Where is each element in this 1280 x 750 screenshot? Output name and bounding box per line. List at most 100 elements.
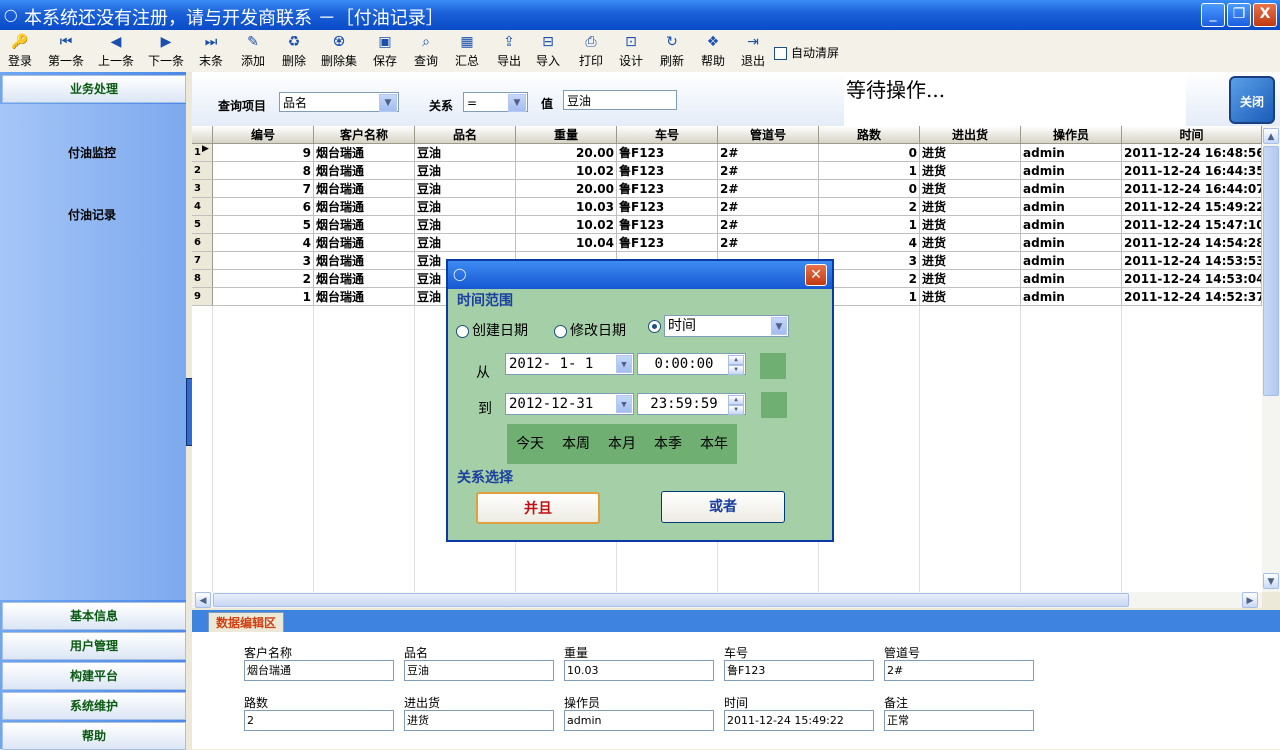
- chevron-down-icon[interactable]: ▼: [508, 94, 526, 112]
- horizontal-scrollbar[interactable]: ◀ ▶: [192, 592, 1262, 608]
- dialog-close-button[interactable]: ✕: [805, 264, 827, 286]
- scroll-left-icon[interactable]: ◀: [195, 592, 211, 608]
- edit-field-input[interactable]: 鲁F123: [724, 660, 874, 681]
- grid-cell-pipe[interactable]: 2#: [718, 162, 819, 180]
- grid-cell-lanes[interactable]: 0: [819, 144, 920, 162]
- grid-header-cell[interactable]: 路数: [819, 126, 920, 144]
- grid-cell-weight[interactable]: 20.00: [516, 180, 617, 198]
- grid-cell-time[interactable]: 2011-12-24 16:44:35: [1122, 162, 1262, 180]
- toolbar-button-1[interactable]: ⏮ 第一条: [45, 32, 87, 70]
- row-indicator[interactable]: 2: [192, 162, 213, 180]
- grid-cell-product[interactable]: 豆油: [415, 162, 516, 180]
- grid-cell-time[interactable]: 2011-12-24 15:47:10: [1122, 216, 1262, 234]
- toolbar-button-13[interactable]: ⎙ 打印: [576, 32, 606, 70]
- this-month-button[interactable]: 本月: [599, 424, 646, 464]
- edit-field-input[interactable]: 2011-12-24 15:49:22: [724, 710, 874, 731]
- grid-cell-id[interactable]: 2: [213, 270, 314, 288]
- grid-cell-id[interactable]: 7: [213, 180, 314, 198]
- scroll-down-icon[interactable]: ▼: [1263, 573, 1279, 589]
- grid-cell-weight[interactable]: 10.02: [516, 216, 617, 234]
- toolbar-button-17[interactable]: ⇥ 退出: [738, 32, 768, 70]
- grid-cell-io[interactable]: 进货: [920, 270, 1021, 288]
- edit-tab[interactable]: 数据编辑区: [208, 612, 284, 632]
- and-button[interactable]: 并且: [476, 492, 600, 524]
- grid-cell-weight[interactable]: 10.02: [516, 162, 617, 180]
- toolbar-button-9[interactable]: ⌕ 查询: [411, 32, 441, 70]
- this-week-button[interactable]: 本周: [553, 424, 600, 464]
- grid-cell-id[interactable]: 9: [213, 144, 314, 162]
- edit-field-input[interactable]: 进货: [404, 710, 554, 731]
- grid-cell-io[interactable]: 进货: [920, 198, 1021, 216]
- edit-field-input[interactable]: admin: [564, 710, 714, 731]
- scroll-up-icon[interactable]: ▲: [1263, 128, 1279, 144]
- from-color-box[interactable]: [760, 353, 786, 379]
- toolbar-button-14[interactable]: ⊡ 设计: [616, 32, 646, 70]
- from-date-picker[interactable]: 2012- 1- 1 ▼: [505, 353, 634, 375]
- grid-cell-pipe[interactable]: 2#: [718, 234, 819, 252]
- spin-buttons[interactable]: ▲ ▼: [728, 355, 744, 375]
- query-item-select[interactable]: 品名 ▼: [279, 92, 399, 112]
- to-time-spinner[interactable]: 23:59:59 ▲ ▼: [637, 393, 746, 415]
- grid-cell-customer[interactable]: 烟台瑞通: [314, 180, 415, 198]
- close-query-button[interactable]: 关闭: [1229, 76, 1275, 124]
- toolbar-button-6[interactable]: ♻ 删除: [279, 32, 309, 70]
- table-row[interactable]: 5 5 烟台瑞通 豆油 10.02 鲁F123 2# 1 进货 admin 2011-12-24 1…: [192, 216, 1262, 234]
- grid-cell-id[interactable]: 5: [213, 216, 314, 234]
- grid-cell-op[interactable]: admin: [1021, 162, 1122, 180]
- grid-cell-pipe[interactable]: 2#: [718, 216, 819, 234]
- grid-cell-weight[interactable]: 10.04: [516, 234, 617, 252]
- or-button[interactable]: 或者: [661, 491, 785, 523]
- grid-header-cell[interactable]: 重量: [516, 126, 617, 144]
- close-window-button[interactable]: X: [1253, 3, 1277, 27]
- grid-cell-lanes[interactable]: 1: [819, 216, 920, 234]
- grid-cell-io[interactable]: 进货: [920, 180, 1021, 198]
- edit-field-input[interactable]: 2: [244, 710, 394, 731]
- grid-cell-lanes[interactable]: 4: [819, 234, 920, 252]
- grid-header-cell[interactable]: 客户名称: [314, 126, 415, 144]
- grid-cell-lanes[interactable]: 2: [819, 198, 920, 216]
- toolbar-button-12[interactable]: ⊟ 导入: [533, 32, 563, 70]
- grid-cell-customer[interactable]: 烟台瑞通: [314, 234, 415, 252]
- row-indicator[interactable]: 9: [192, 288, 213, 306]
- grid-cell-id[interactable]: 6: [213, 198, 314, 216]
- grid-cell-lanes[interactable]: 1: [819, 162, 920, 180]
- toolbar-button-10[interactable]: ▦ 汇总: [452, 32, 482, 70]
- table-row[interactable]: 2 8 烟台瑞通 豆油 10.02 鲁F123 2# 1 进货 admin 2011-12-24 1…: [192, 162, 1262, 180]
- grid-cell-car[interactable]: 鲁F123: [617, 234, 718, 252]
- nav-build-platform[interactable]: 构建平台: [2, 662, 186, 690]
- grid-cell-car[interactable]: 鲁F123: [617, 162, 718, 180]
- radio-circle-selected[interactable]: [648, 319, 661, 333]
- grid-cell-product[interactable]: 豆油: [415, 234, 516, 252]
- edit-field-input[interactable]: 10.03: [564, 660, 714, 681]
- table-row[interactable]: 3 7 烟台瑞通 豆油 20.00 鲁F123 2# 0 进货 admin 2011-12-24 1…: [192, 180, 1262, 198]
- vertical-scroll-thumb[interactable]: [1263, 146, 1279, 396]
- table-row[interactable]: 4 6 烟台瑞通 豆油 10.03 鲁F123 2# 2 进货 admin 2011-12-24 1…: [192, 198, 1262, 216]
- row-indicator[interactable]: 8: [192, 270, 213, 288]
- toolbar-button-4[interactable]: ⏭ 末条: [196, 32, 226, 70]
- grid-cell-pipe[interactable]: 2#: [718, 198, 819, 216]
- grid-header-cell[interactable]: 时间: [1122, 126, 1262, 144]
- grid-header-cell[interactable]: 编号: [213, 126, 314, 144]
- relation-select[interactable]: = ▼: [463, 92, 528, 112]
- to-color-box[interactable]: [761, 392, 787, 418]
- grid-cell-weight[interactable]: 10.03: [516, 198, 617, 216]
- grid-cell-op[interactable]: admin: [1021, 216, 1122, 234]
- grid-cell-customer[interactable]: 烟台瑞通: [314, 288, 415, 306]
- grid-cell-op[interactable]: admin: [1021, 270, 1122, 288]
- grid-cell-customer[interactable]: 烟台瑞通: [314, 144, 415, 162]
- grid-cell-time[interactable]: 2011-12-24 15:49:22: [1122, 198, 1262, 216]
- grid-header-cell[interactable]: 操作员: [1021, 126, 1122, 144]
- grid-header-cell[interactable]: 品名: [415, 126, 516, 144]
- toolbar-button-15[interactable]: ↻ 刷新: [657, 32, 687, 70]
- horizontal-scroll-thumb[interactable]: [213, 593, 1129, 607]
- grid-cell-lanes[interactable]: 2: [819, 270, 920, 288]
- grid-cell-io[interactable]: 进货: [920, 252, 1021, 270]
- vertical-scrollbar[interactable]: ▲ ▼: [1262, 126, 1280, 592]
- grid-cell-customer[interactable]: 烟台瑞通: [314, 216, 415, 234]
- radio-circle[interactable]: [456, 324, 469, 338]
- grid-cell-op[interactable]: admin: [1021, 180, 1122, 198]
- grid-cell-op[interactable]: admin: [1021, 198, 1122, 216]
- grid-cell-car[interactable]: 鲁F123: [617, 216, 718, 234]
- grid-cell-op[interactable]: admin: [1021, 144, 1122, 162]
- grid-cell-time[interactable]: 2011-12-24 14:54:28: [1122, 234, 1262, 252]
